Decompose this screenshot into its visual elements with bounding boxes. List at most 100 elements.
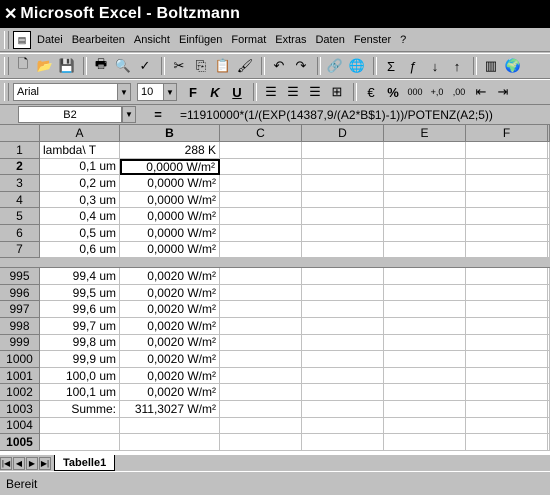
cell-a[interactable] [40, 417, 120, 435]
row-header[interactable]: 5 [0, 208, 40, 225]
empty-cell[interactable] [220, 191, 302, 209]
cell-b[interactable]: 0,0020 W/m² [120, 351, 220, 368]
decrease-decimal-button[interactable]: ,00 [449, 82, 469, 102]
menu-ansicht[interactable]: Ansicht [134, 33, 170, 47]
cell-b[interactable]: 0,0000 W/m² [120, 225, 220, 242]
merge-center-icon[interactable]: ⊞ [327, 82, 347, 102]
paste-icon[interactable]: 📋 [213, 56, 233, 76]
empty-cell[interactable] [302, 241, 384, 259]
active-cell-b2[interactable]: 0,0000 W/m² [120, 158, 220, 176]
map-icon[interactable]: 🌍 [503, 56, 523, 76]
open-icon[interactable]: 📂 [35, 56, 55, 76]
empty-cell[interactable] [302, 191, 384, 209]
split-divider[interactable] [0, 258, 550, 269]
empty-cell[interactable] [384, 142, 466, 159]
italic-button[interactable]: K [205, 82, 225, 102]
empty-cell[interactable] [466, 268, 548, 285]
empty-cell[interactable] [384, 351, 466, 368]
excel-app-icon[interactable]: ✕ [4, 4, 17, 24]
empty-cell[interactable] [302, 318, 384, 335]
empty-cell[interactable] [302, 175, 384, 192]
row-header[interactable]: 1000 [0, 351, 40, 368]
empty-cell[interactable] [466, 318, 548, 335]
toolbar-grip[interactable] [4, 83, 9, 101]
name-box-dropdown-icon[interactable]: ▼ [122, 106, 136, 123]
sheet-tab-tabelle1[interactable]: Tabelle1 [54, 455, 116, 471]
empty-cell[interactable] [302, 158, 384, 176]
cell-a[interactable]: 0,4 um [40, 208, 120, 225]
empty-cell[interactable] [302, 284, 384, 302]
cell-b[interactable]: 0,0000 W/m² [120, 241, 220, 259]
row-header[interactable]: 1002 [0, 384, 40, 401]
empty-cell[interactable] [220, 417, 302, 435]
print-preview-icon[interactable]: 🔍 [113, 56, 133, 76]
empty-cell[interactable] [466, 225, 548, 242]
cell-a[interactable]: 99,9 um [40, 351, 120, 368]
edit-formula-button[interactable]: = [136, 107, 180, 122]
empty-cell[interactable] [466, 367, 548, 385]
empty-cell[interactable] [220, 268, 302, 285]
empty-cell[interactable] [302, 301, 384, 318]
first-sheet-icon[interactable]: |◀ [0, 456, 12, 470]
empty-cell[interactable] [302, 401, 384, 418]
toolbar-grip[interactable] [4, 57, 9, 75]
thousands-separator-button[interactable]: 000 [405, 82, 425, 102]
format-painter-icon[interactable]: 🖌 [235, 56, 255, 76]
empty-cell[interactable] [220, 351, 302, 368]
sort-ascending-icon[interactable]: ↓ [425, 56, 445, 76]
empty-cell[interactable] [220, 318, 302, 335]
empty-cell[interactable] [220, 142, 302, 159]
cell-a[interactable]: lambda\ T [40, 142, 120, 159]
select-all-corner[interactable] [0, 125, 40, 142]
cell-b[interactable]: 0,0020 W/m² [120, 318, 220, 335]
cell-a[interactable]: 99,8 um [40, 334, 120, 352]
sort-descending-icon[interactable]: ↑ [447, 56, 467, 76]
empty-cell[interactable] [466, 417, 548, 435]
cell-a[interactable]: 99,5 um [40, 284, 120, 302]
row-header[interactable]: 998 [0, 318, 40, 335]
row-header[interactable]: 1 [0, 142, 40, 159]
cell-a[interactable]: Summe: [40, 401, 120, 418]
empty-cell[interactable] [302, 334, 384, 352]
bold-button[interactable]: F [183, 82, 203, 102]
empty-cell[interactable] [466, 334, 548, 352]
cell-a[interactable] [40, 434, 120, 451]
cell-a[interactable]: 100,1 um [40, 384, 120, 401]
cell-b[interactable]: 0,0020 W/m² [120, 334, 220, 352]
undo-icon[interactable]: ↶ [269, 56, 289, 76]
column-header-d[interactable]: D [302, 125, 384, 142]
row-header[interactable]: 7 [0, 241, 40, 259]
column-header-b[interactable]: B [120, 125, 220, 142]
autosum-icon[interactable]: Σ [381, 56, 401, 76]
empty-cell[interactable] [384, 284, 466, 302]
font-size-dropdown-icon[interactable]: ▼ [163, 83, 177, 101]
empty-cell[interactable] [466, 241, 548, 259]
empty-cell[interactable] [384, 434, 466, 451]
decrease-indent-icon[interactable]: ⇤ [471, 82, 491, 102]
row-header[interactable]: 999 [0, 334, 40, 352]
empty-cell[interactable] [384, 268, 466, 285]
cell-b[interactable]: 0,0000 W/m² [120, 208, 220, 225]
align-right-icon[interactable]: ☰ [305, 82, 325, 102]
empty-cell[interactable] [220, 434, 302, 451]
empty-cell[interactable] [302, 434, 384, 451]
empty-cell[interactable] [466, 191, 548, 209]
chart-wizard-icon[interactable]: ▥ [481, 56, 501, 76]
empty-cell[interactable] [220, 225, 302, 242]
empty-cell[interactable] [302, 384, 384, 401]
name-box[interactable]: B2 [18, 106, 122, 123]
row-header[interactable]: 996 [0, 284, 40, 302]
empty-cell[interactable] [302, 351, 384, 368]
next-sheet-icon[interactable]: ▶ [26, 456, 38, 470]
menu-fenster[interactable]: Fenster [354, 33, 391, 47]
empty-cell[interactable] [384, 175, 466, 192]
empty-cell[interactable] [220, 208, 302, 225]
row-header[interactable]: 1005 [0, 434, 40, 451]
spelling-icon[interactable]: ✓ [135, 56, 155, 76]
row-header[interactable]: 1003 [0, 401, 40, 418]
menu-format[interactable]: Format [231, 33, 266, 47]
font-name-select[interactable]: Arial [13, 83, 117, 101]
column-header-f[interactable]: F [466, 125, 548, 142]
menu-help[interactable]: ? [400, 33, 406, 47]
cell-b[interactable]: 0,0020 W/m² [120, 367, 220, 385]
